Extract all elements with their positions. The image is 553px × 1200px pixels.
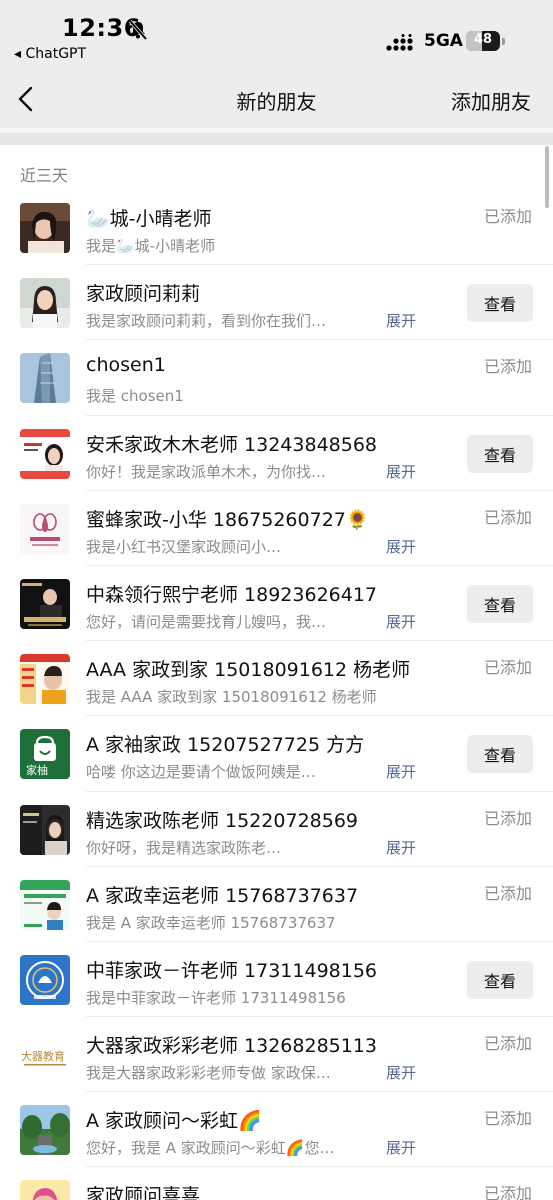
friend-name: 蜜蜂家政-小华 18675260727🌻 [86,508,370,531]
added-label: 已添加 [483,507,532,527]
friend-request-row[interactable]: 家柚 A 家袖家政 15207527725 方方 哈喽 你这边是要请个做饭阿姨是… [0,716,553,792]
friend-name: A 家袖家政 15207527725 方方 [86,734,365,757]
friend-request-row[interactable]: AAA 家政到家 15018091612 杨老师 我是 AAA 家政到家 150… [0,641,553,717]
friend-name: chosen1 [86,354,166,377]
friend-name: 大器家政彩彩老师 13268285113 [86,1035,378,1058]
friend-message: 我是 chosen1 [86,387,184,406]
friend-request-row[interactable]: 🦢城-小晴老师 我是🦢城-小晴老师 已添加 [0,190,553,266]
friend-name: 中森领行熙宁老师 18923626417 [86,583,378,606]
avatar-text: 大器教育 [21,1049,65,1063]
friend-message: 我是小红书汉堡家政顾问小… [86,537,282,556]
back-to-app-link[interactable]: ◂ ChatGPT [14,46,86,62]
status-bar: 12:36 ◂ ChatGPT 5GA 48 [0,0,553,70]
avatar: 家柚 [20,729,70,780]
friend-message: 你好呀，我是精选家政陈老… [86,838,282,857]
avatar [20,503,70,554]
added-label: 已添加 [483,883,532,903]
friend-request-row[interactable]: A 家政顾问～彩虹🌈 您好，我是 A 家政顾问～彩虹🌈您… 展开 已添加 [0,1092,553,1168]
added-label: 已添加 [483,207,532,226]
navigation-bar: 新的朋友 添加朋友 [0,70,553,128]
new-friends-screen: 12:36 ◂ ChatGPT 5GA 48 新的朋友 添加朋友 近三天 🦢城-… [0,0,553,1200]
expand-link[interactable]: 展开 [386,1062,416,1083]
friend-message: 您好，我是 A 家政顾问～彩虹🌈您… [86,1139,335,1158]
avatar [20,954,70,1005]
friend-name: A 家政幸运老师 15768737637 [86,884,359,907]
friend-name: 家政顾问喜喜 [86,1185,201,1200]
friend-request-row[interactable]: 家政顾问喜喜 已添加 [0,1167,553,1200]
view-button[interactable]: 查看 [467,434,533,473]
friend-message: 我是中菲家政－许老师 17311498156 [86,988,346,1007]
friend-message: 我是大器家政彩彩老师专做 家政保… [86,1064,331,1083]
friend-name: 家政顾问莉莉 [86,283,201,306]
added-label: 已添加 [483,1109,532,1129]
view-button[interactable]: 查看 [467,284,533,323]
avatar [20,278,70,329]
expand-link[interactable]: 展开 [386,536,416,557]
avatar [20,428,70,479]
added-label: 已添加 [483,357,532,377]
avatar [20,203,70,253]
section-header: 近三天 [20,166,69,185]
view-button[interactable]: 查看 [467,735,533,774]
added-label: 已添加 [483,808,532,828]
signal-icon [386,34,413,51]
battery-icon: 48 [466,31,500,51]
add-friend-button[interactable]: 添加朋友 [451,86,531,115]
header-separator-bar [0,133,553,145]
added-label: 已添加 [483,1034,532,1054]
friend-request-row[interactable]: 精选家政陈老师 15220728569 你好呀，我是精选家政陈老… 展开 已添加 [0,792,553,867]
friend-request-row[interactable]: A 家政幸运老师 15768737637 我是 A 家政幸运老师 1576873… [0,867,553,942]
battery-cap [502,38,505,45]
avatar [20,804,70,855]
friend-message: 我是家政顾问莉莉，看到你在我们… [86,312,327,331]
view-button[interactable]: 查看 [467,960,533,999]
muted-bell-icon [128,20,148,40]
friend-message: 我是 AAA 家政到家 15018091612 杨老师 [86,688,377,707]
friend-name: 安禾家政木木老师 13243848568 [86,433,378,456]
friend-message: 我是 A 家政幸运老师 15768737637 [86,913,336,932]
network-type: 5GA [424,31,463,51]
avatar [20,879,70,930]
avatar [20,578,70,629]
avatar [20,1105,70,1156]
expand-link[interactable]: 展开 [386,461,416,482]
added-label: 已添加 [483,658,532,678]
friend-name: AAA 家政到家 15018091612 杨老师 [86,659,411,682]
expand-link[interactable]: 展开 [386,611,416,632]
friend-request-list: 🦢城-小晴老师 我是🦢城-小晴老师 已添加 家政顾问莉莉 我是家政顾问莉莉，看到… [0,190,553,1200]
friend-request-row[interactable]: 中菲家政－许老师 17311498156 我是中菲家政－许老师 17311498… [0,942,553,1018]
friend-message: 你好！我是家政派单木木，为你找… [86,462,327,481]
friend-message: 我是🦢城-小晴老师 [86,237,216,255]
friend-request-row[interactable]: 安禾家政木木老师 13243848568 你好！我是家政派单木木，为你找… 展开… [0,416,553,491]
friend-request-row[interactable]: 中森领行熙宁老师 18923626417 您好，请问是需要找育儿嫂吗，我… 展开… [0,566,553,642]
expand-link[interactable]: 展开 [386,837,416,858]
added-label: 已添加 [483,1184,532,1200]
friend-request-row[interactable]: 大器教育 大器家政彩彩老师 13268285113 我是大器家政彩彩老师专做 家… [0,1017,553,1093]
avatar-text: 家柚 [26,763,48,777]
avatar: 大器教育 [20,1030,70,1081]
friend-name: 🦢城-小晴老师 [86,208,212,230]
avatar [20,1180,70,1200]
friend-name: 中菲家政－许老师 17311498156 [86,959,378,982]
friend-message: 哈喽 你这边是要请个做饭阿姨是… [86,763,316,782]
view-button[interactable]: 查看 [467,584,533,623]
friend-name: 精选家政陈老师 15220728569 [86,809,359,832]
friend-request-row[interactable]: 家政顾问莉莉 我是家政顾问莉莉，看到你在我们… 展开 查看 [0,265,553,341]
avatar [20,353,70,404]
avatar [20,654,70,705]
friend-request-row[interactable]: chosen1 我是 chosen1 已添加 [0,340,553,416]
friend-message: 您好，请问是需要找育儿嫂吗，我… [86,612,327,631]
friend-request-row[interactable]: 蜜蜂家政-小华 18675260727🌻 我是小红书汉堡家政顾问小… 展开 已添… [0,491,553,566]
expand-link[interactable]: 展开 [386,310,416,331]
expand-link[interactable]: 展开 [386,761,416,782]
friend-name: A 家政顾问～彩虹🌈 [86,1110,262,1133]
expand-link[interactable]: 展开 [386,1137,416,1158]
battery-percent: 48 [473,32,493,47]
